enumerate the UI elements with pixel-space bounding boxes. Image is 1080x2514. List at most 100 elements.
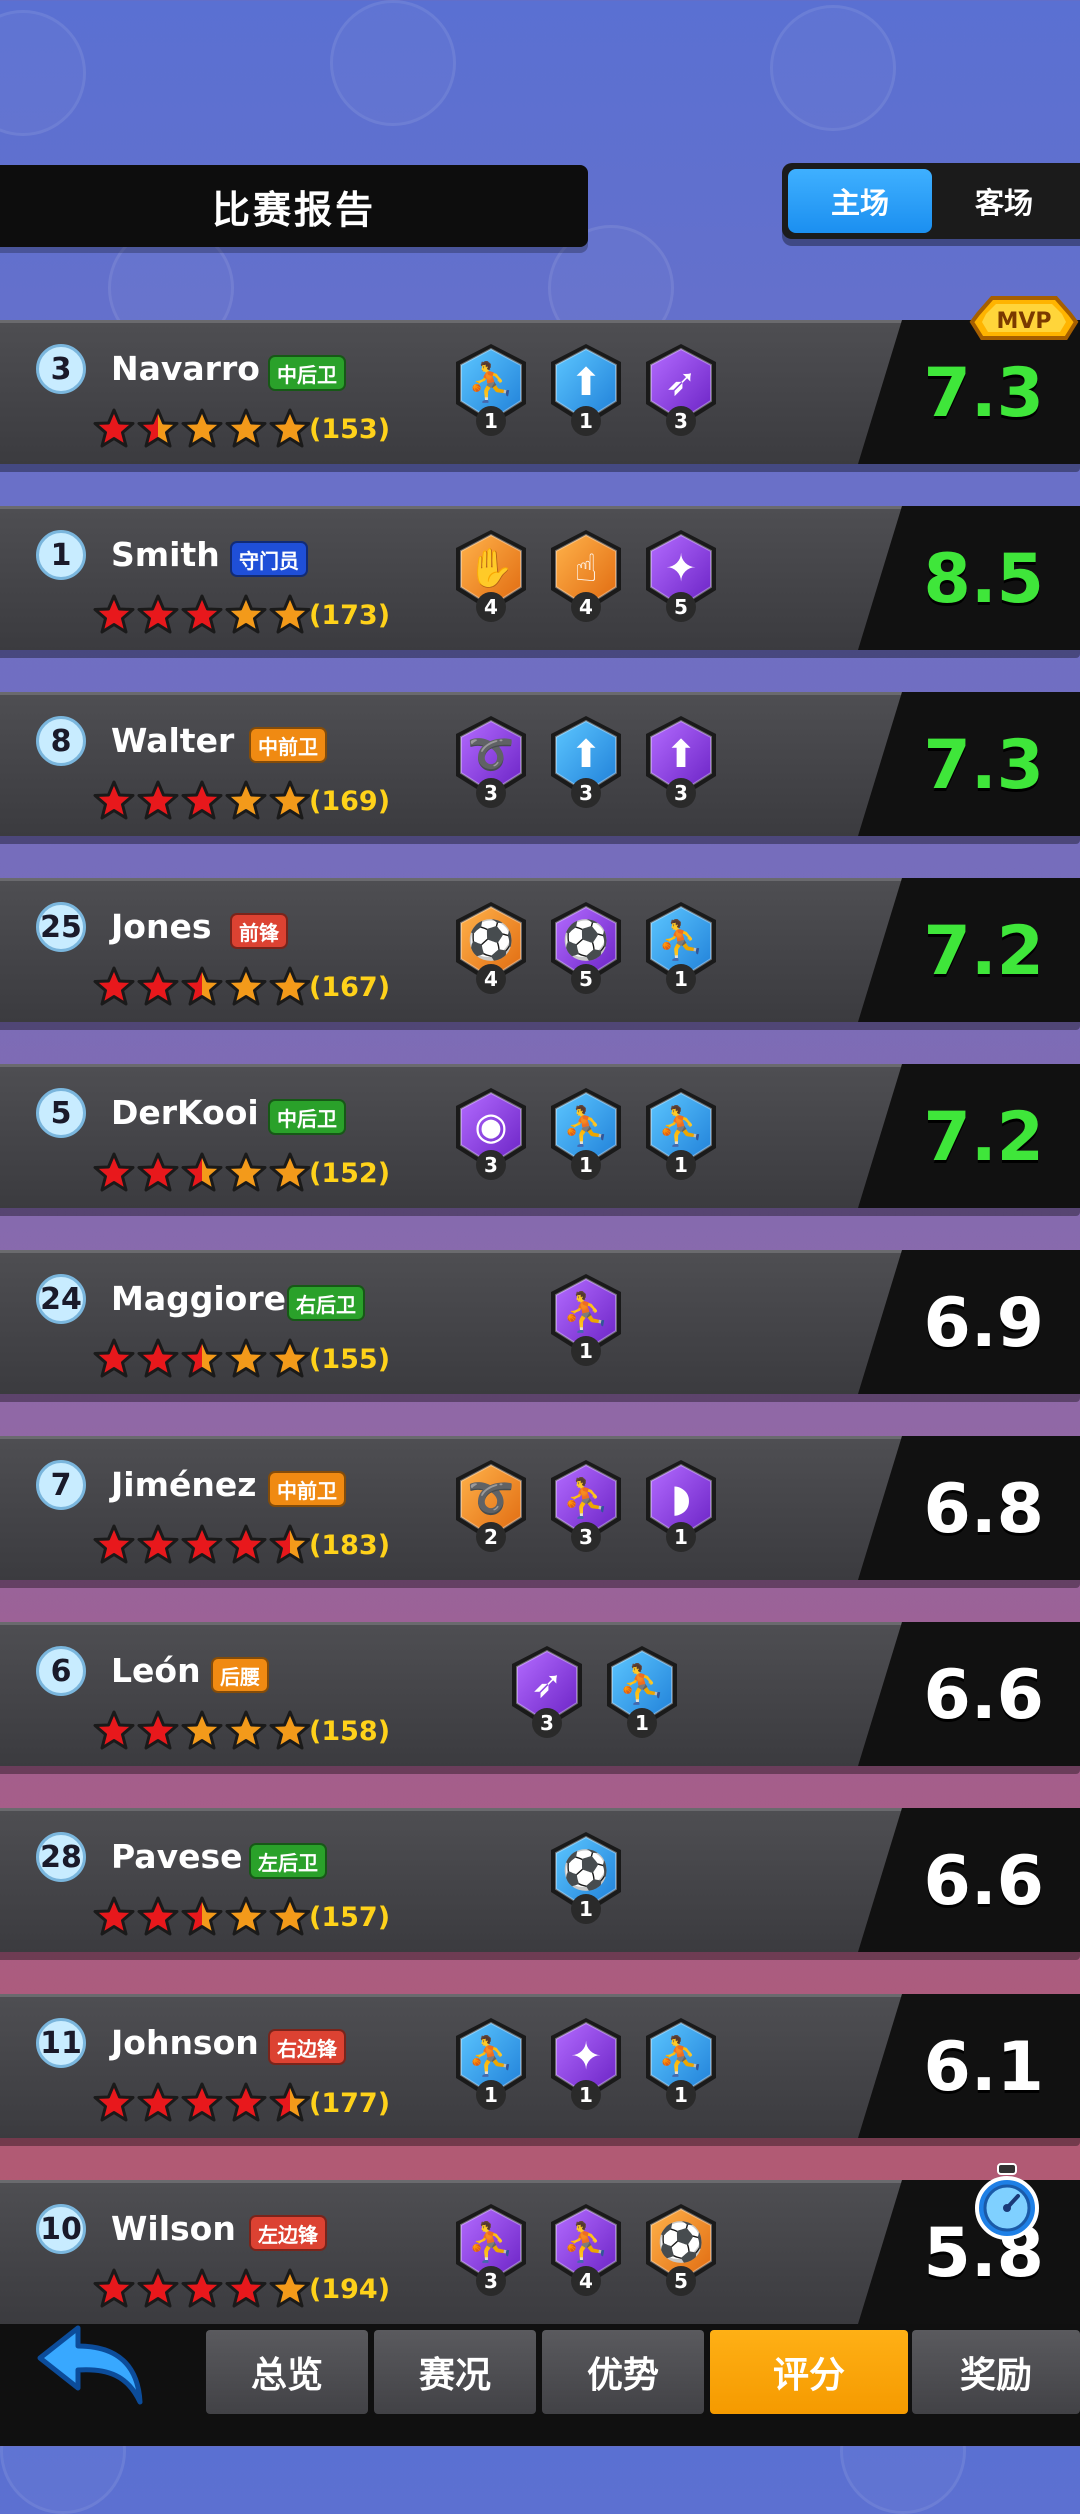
skill-badge-icon[interactable]: ⛹ 1 [545, 1270, 627, 1370]
rating-count: (173) [309, 599, 391, 631]
skill-badge-icon[interactable]: ⛹ 3 [545, 1456, 627, 1556]
rating-star-icon [181, 780, 223, 820]
player-row[interactable]: 8 Walter 中前卫 (169) ➰ 3 ⬆ 3 ⬆ 3 7.3 [0, 692, 1080, 844]
skill-glyph: ⛹ [657, 917, 705, 962]
rating-star-icon [225, 780, 267, 820]
skill-badge-icon[interactable]: ⛹ 1 [450, 340, 532, 440]
player-row[interactable]: 3 Navarro 中后卫 (153) ⛹ 1 ⬆ 1 ➶ 3 7.3 [0, 320, 1080, 472]
jersey-number: 25 [36, 902, 86, 952]
player-name: Jiménez [111, 1465, 257, 1504]
player-row[interactable]: 11 Johnson 右边锋 (177) ⛹ 1 ✦ 1 ⛹ 1 6.1 [0, 1994, 1080, 2146]
skill-glyph: ➰ [467, 731, 515, 776]
back-arrow-icon[interactable] [30, 2318, 160, 2418]
player-row[interactable]: 5 DerKooi 中后卫 (152) ◉ 3 ⛹ 1 ⛹ 1 7.2 [0, 1064, 1080, 1216]
skill-badge-icon[interactable]: ⚽ 4 [450, 898, 532, 998]
skill-count: 3 [476, 2266, 506, 2296]
skill-badge-icon[interactable]: ◗ 1 [640, 1456, 722, 1556]
skill-badge-icon[interactable]: ⛹ 1 [640, 1084, 722, 1184]
jersey-number: 10 [36, 2204, 86, 2254]
rating-star-icon [225, 594, 267, 634]
skill-glyph: ⛹ [467, 359, 515, 404]
player-row[interactable]: 24 Maggiore 右后卫 (155) ⛹ 1 6.9 [0, 1250, 1080, 1402]
rating-star-icon [137, 1896, 179, 1936]
skill-badge-icon[interactable]: ✦ 5 [640, 526, 722, 626]
rating-count: (155) [309, 1343, 391, 1375]
rating-count: (157) [309, 1901, 391, 1933]
home-tab[interactable]: 主场 [788, 169, 932, 233]
skill-badge-icon[interactable]: ➰ 2 [450, 1456, 532, 1556]
star-rating: (167) [92, 966, 390, 1008]
player-row[interactable]: 25 Jones 前锋 (167) ⚽ 4 ⚽ 5 ⛹ 1 7.2 [0, 878, 1080, 1030]
skill-badge-icon[interactable]: ➰ 3 [450, 712, 532, 812]
skill-badge-icon[interactable]: ⚽ 5 [545, 898, 627, 998]
rating-star-icon [269, 1152, 311, 1192]
skill-badge-icon[interactable]: ⬆ 3 [545, 712, 627, 812]
tab-2[interactable]: 优势 [542, 2330, 704, 2414]
jersey-number: 3 [36, 344, 86, 394]
rating-star-icon [225, 1152, 267, 1192]
position-badge: 左后卫 [249, 1843, 327, 1879]
skill-count: 3 [666, 778, 696, 808]
skill-badge-icon[interactable]: ☝ 4 [545, 526, 627, 626]
skill-badge-icon[interactable]: ⛹ 1 [640, 898, 722, 998]
skill-badge-icon[interactable]: ⛹ 1 [601, 1642, 683, 1742]
skill-badge-icon[interactable]: ✦ 1 [545, 2014, 627, 2114]
rating-star-icon [137, 780, 179, 820]
skill-count: 4 [476, 964, 506, 994]
player-row[interactable]: 7 Jiménez 中前卫 (183) ➰ 2 ⛹ 3 ◗ 1 6.8 [0, 1436, 1080, 1588]
rating-star-icon [225, 1338, 267, 1378]
jersey-number: 11 [36, 2018, 86, 2068]
skill-glyph: ⬆ [570, 360, 602, 404]
rating-count: (194) [309, 2273, 391, 2305]
skill-badge-icon[interactable]: ◉ 3 [450, 1084, 532, 1184]
player-row[interactable]: 28 Pavese 左后卫 (157) ⚽ 1 6.6 [0, 1808, 1080, 1960]
player-name: Pavese [111, 1837, 243, 1876]
rating-star-icon [137, 1524, 179, 1564]
skill-badge-icon[interactable]: ✋ 4 [450, 526, 532, 626]
skill-badge-icon[interactable]: ⛹ 4 [545, 2200, 627, 2300]
player-row[interactable]: 1 Smith 守门员 (173) ✋ 4 ☝ 4 ✦ 5 8.5 [0, 506, 1080, 658]
match-score: 7.3 [923, 354, 1044, 433]
rating-star-icon [181, 966, 223, 1006]
skill-glyph: ⛹ [562, 1475, 610, 1520]
skill-badge-icon[interactable]: ⬆ 3 [640, 712, 722, 812]
skill-badge-icon[interactable]: ⛹ 1 [545, 1084, 627, 1184]
skill-badges: ⚽ 1 [545, 1828, 640, 1938]
skill-badge-icon[interactable]: ⚽ 5 [640, 2200, 722, 2300]
skill-badge-icon[interactable]: ⬆ 1 [545, 340, 627, 440]
away-tab[interactable]: 客场 [932, 169, 1076, 233]
tab-3[interactable]: 评分 [710, 2330, 908, 2414]
skill-glyph: ⛹ [562, 1289, 610, 1334]
skill-badge-icon[interactable]: ⛹ 1 [450, 2014, 532, 2114]
skill-badge-icon[interactable]: ➶ 3 [506, 1642, 588, 1742]
skill-count: 1 [666, 964, 696, 994]
rating-count: (153) [309, 413, 391, 445]
skill-glyph: ⚽ [562, 917, 610, 962]
skill-count: 1 [476, 406, 506, 436]
mvp-badge-icon: MVP [969, 296, 1079, 340]
rating-star-icon [181, 408, 223, 448]
rating-star-icon [181, 1524, 223, 1564]
star-rating: (173) [92, 594, 390, 636]
player-row[interactable]: 10 Wilson 左边锋 (194) ⛹ 3 ⛹ 4 ⚽ 5 5.8 [0, 2180, 1080, 2332]
stopwatch-icon[interactable] [968, 2160, 1046, 2244]
star-rating: (157) [92, 1896, 390, 1938]
rating-star-icon [225, 966, 267, 1006]
skill-badge-icon[interactable]: ⛹ 1 [640, 2014, 722, 2114]
tab-1[interactable]: 赛况 [374, 2330, 536, 2414]
skill-glyph: ✋ [467, 545, 515, 590]
rating-star-icon [225, 1896, 267, 1936]
star-rating: (158) [92, 1710, 390, 1752]
skill-badge-icon[interactable]: ⚽ 1 [545, 1828, 627, 1928]
rating-star-icon [93, 2082, 135, 2122]
player-name: Johnson [111, 2023, 259, 2062]
tab-0[interactable]: 总览 [206, 2330, 368, 2414]
skill-count: 2 [476, 1522, 506, 1552]
rating-star-icon [225, 1710, 267, 1750]
position-badge: 中前卫 [249, 727, 327, 763]
skill-glyph: ⚽ [467, 917, 515, 962]
player-row[interactable]: 6 León 后腰 (158) ➶ 3 ⛹ 1 6.6 [0, 1622, 1080, 1774]
tab-4[interactable]: 奖励 [912, 2330, 1080, 2414]
skill-badge-icon[interactable]: ⛹ 3 [450, 2200, 532, 2300]
skill-badge-icon[interactable]: ➶ 3 [640, 340, 722, 440]
